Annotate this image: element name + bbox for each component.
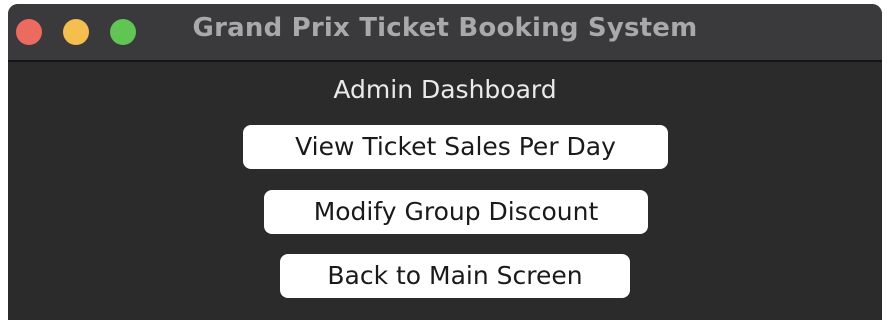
admin-dashboard-panel: Admin Dashboard View Ticket Sales Per Da… <box>8 62 882 320</box>
view-ticket-sales-button[interactable]: View Ticket Sales Per Day <box>243 125 668 169</box>
title-bar[interactable]: Grand Prix Ticket Booking System <box>8 4 882 62</box>
page-title: Admin Dashboard <box>333 75 557 104</box>
window-title: Grand Prix Ticket Booking System <box>192 13 698 43</box>
back-to-main-screen-button[interactable]: Back to Main Screen <box>280 254 630 298</box>
app-window: Grand Prix Ticket Booking System Admin D… <box>8 4 882 320</box>
modify-group-discount-button[interactable]: Modify Group Discount <box>264 190 648 234</box>
